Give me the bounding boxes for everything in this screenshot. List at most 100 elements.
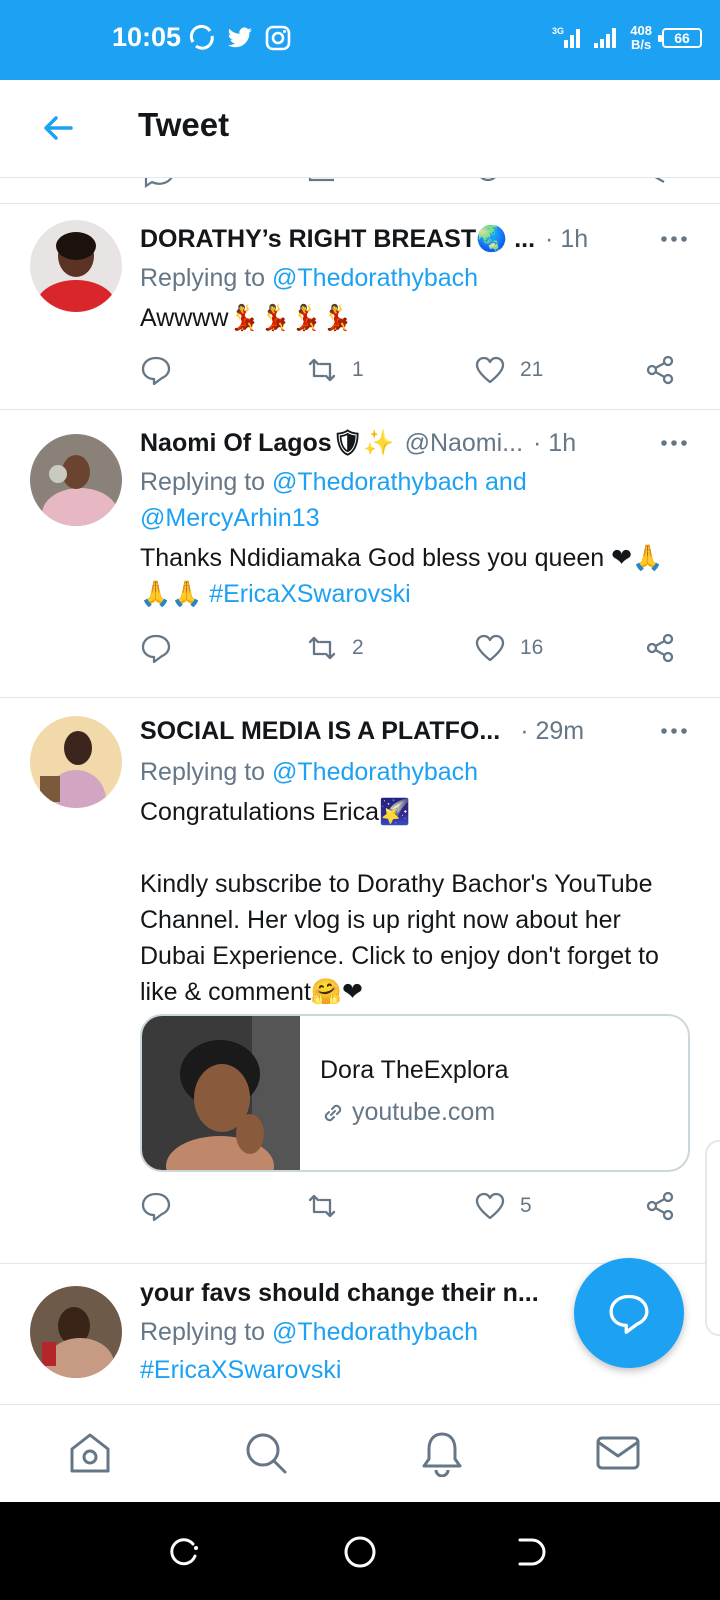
signal-icon: 3G bbox=[552, 26, 581, 48]
tweet-text: Congratulations Erica🌠 Kindly subscribe … bbox=[140, 798, 659, 1006]
link-card[interactable]: Dora TheExplora youtube.com bbox=[140, 1014, 690, 1172]
status-time: 10:05 bbox=[112, 22, 182, 52]
like-count: 5 bbox=[520, 1194, 532, 1217]
heart-icon bbox=[475, 634, 505, 662]
author-name[interactable]: your favs should change their n... bbox=[140, 1279, 539, 1308]
replying-to-link[interactable]: @Thedorathybach bbox=[272, 758, 478, 786]
replying-to: Replying to @Thedorathybach and @MercyAr… bbox=[140, 464, 580, 536]
author-name[interactable]: SOCIAL MEDIA IS A PLATFO... bbox=[140, 717, 500, 746]
like-count: 16 bbox=[520, 636, 544, 659]
reply-button[interactable] bbox=[140, 350, 186, 390]
more-options-icon[interactable] bbox=[658, 714, 690, 748]
tweet-actions: 5 bbox=[140, 1186, 690, 1226]
author-handle[interactable]: @Naomi... bbox=[405, 429, 523, 458]
tweet-header: your favs should change their n... bbox=[140, 1276, 560, 1310]
tweet-item[interactable]: DORATHY’s RIGHT BREAST🌏 ... · 1h Replyin… bbox=[0, 204, 720, 410]
tweet-actions: 1 21 bbox=[140, 350, 690, 390]
share-button[interactable] bbox=[644, 1186, 676, 1226]
reply-icon bbox=[609, 1294, 649, 1334]
avatar[interactable] bbox=[30, 220, 122, 312]
search-icon[interactable] bbox=[242, 1429, 290, 1477]
sync-icon bbox=[189, 24, 214, 50]
retweet-count: 1 bbox=[352, 358, 364, 381]
battery-level: 66 bbox=[674, 30, 690, 46]
reply-icon bbox=[141, 356, 171, 386]
bottom-navigation bbox=[0, 1404, 720, 1502]
tweet-time: · 29m bbox=[520, 716, 585, 745]
share-icon bbox=[646, 633, 674, 663]
replying-to-link[interactable]: @Thedorathybach bbox=[272, 1318, 478, 1346]
instagram-icon bbox=[265, 25, 291, 51]
back-system-icon[interactable] bbox=[512, 1532, 552, 1572]
heart-icon bbox=[475, 356, 505, 384]
recents-icon[interactable] bbox=[163, 1532, 203, 1572]
arrow-left-icon[interactable] bbox=[38, 108, 78, 148]
messages-icon[interactable] bbox=[594, 1429, 642, 1477]
home-icon[interactable] bbox=[66, 1429, 114, 1477]
tweet-actions: 2 16 bbox=[140, 628, 690, 668]
replying-prefix: Replying to bbox=[140, 468, 273, 496]
replying-prefix: Replying to bbox=[140, 264, 273, 292]
link-card-domain-text: youtube.com bbox=[352, 1098, 496, 1126]
link-card-thumbnail bbox=[142, 1016, 300, 1170]
avatar-image bbox=[30, 716, 122, 808]
replying-to: Replying to @Thedorathybach bbox=[140, 754, 690, 790]
avatar[interactable] bbox=[30, 1286, 122, 1378]
tweet-header: DORATHY’s RIGHT BREAST🌏 ... · 1h bbox=[140, 222, 690, 256]
reply-button[interactable] bbox=[140, 1186, 186, 1226]
system-navigation bbox=[0, 1502, 720, 1600]
retweet-button[interactable]: 1 bbox=[306, 350, 364, 390]
previous-tweet-action-icons bbox=[144, 178, 665, 189]
author-name[interactable]: DORATHY’s RIGHT BREAST🌏 ... bbox=[140, 225, 535, 254]
status-bar: 10:05 3G 408 B/s 66 bbox=[0, 0, 720, 80]
retweet-button[interactable] bbox=[306, 1186, 352, 1226]
top-bar: Tweet bbox=[0, 80, 720, 178]
retweet-icon bbox=[308, 1194, 336, 1218]
notifications-icon[interactable] bbox=[418, 1429, 466, 1477]
replying-to: Replying to @Thedorathybach bbox=[140, 260, 690, 296]
avatar[interactable] bbox=[30, 434, 122, 526]
more-options-icon[interactable] bbox=[658, 426, 690, 460]
previous-tweet-actions bbox=[0, 178, 720, 204]
share-button[interactable] bbox=[644, 628, 676, 668]
like-count: 21 bbox=[520, 358, 544, 381]
battery-icon: 66 bbox=[658, 28, 702, 48]
reply-fab-button[interactable] bbox=[574, 1258, 684, 1368]
like-button[interactable]: 5 bbox=[474, 1186, 532, 1226]
link-card-domain: youtube.com bbox=[320, 1098, 495, 1127]
avatar[interactable] bbox=[30, 716, 122, 808]
twitter-icon bbox=[227, 27, 252, 48]
reply-icon bbox=[141, 1192, 171, 1222]
tweet-text: Awwww💃💃💃💃 bbox=[140, 304, 353, 332]
avatar-image bbox=[30, 1286, 122, 1378]
reply-button[interactable] bbox=[140, 628, 186, 668]
heart-icon bbox=[475, 1192, 505, 1220]
tweet-time: · 1h bbox=[533, 428, 577, 457]
hashtag-link[interactable]: #EricaXSwarovski bbox=[209, 580, 410, 608]
replying-prefix: Replying to bbox=[140, 1318, 273, 1346]
link-icon bbox=[324, 1104, 342, 1121]
retweet-icon bbox=[308, 358, 336, 382]
like-button[interactable]: 21 bbox=[474, 350, 543, 390]
author-name[interactable]: Naomi Of Lagos🛡✨ bbox=[140, 429, 395, 458]
tweet-item[interactable]: SOCIAL MEDIA IS A PLATFO... · 29m Replyi… bbox=[0, 698, 720, 1264]
like-button[interactable]: 16 bbox=[474, 628, 543, 668]
retweet-count: 2 bbox=[352, 636, 364, 659]
home-system-icon[interactable] bbox=[340, 1532, 380, 1572]
replying-prefix: Replying to bbox=[140, 758, 273, 786]
tweet-header: Naomi Of Lagos🛡✨ @Naomi... · 1h bbox=[140, 426, 690, 460]
retweet-button[interactable]: 2 bbox=[306, 628, 364, 668]
tweet-text: Thanks Ndidiamaka God bless you queen ❤🙏… bbox=[140, 540, 690, 612]
hashtag-link[interactable]: #EricaXSwarovski bbox=[140, 1356, 341, 1384]
reply-icon bbox=[141, 634, 171, 664]
status-right: 3G 408 B/s 66 bbox=[552, 18, 702, 58]
svg-text:3G: 3G bbox=[552, 26, 564, 36]
tweet-item[interactable]: Naomi Of Lagos🛡✨ @Naomi... · 1h Replying… bbox=[0, 410, 720, 698]
avatar-image bbox=[30, 220, 122, 312]
replying-to-link[interactable]: @Thedorathybach bbox=[272, 264, 478, 292]
share-button[interactable] bbox=[644, 350, 676, 390]
tweet-header: SOCIAL MEDIA IS A PLATFO... · 29m bbox=[140, 714, 690, 748]
share-icon bbox=[646, 355, 674, 385]
edge-panel-handle[interactable] bbox=[705, 1140, 720, 1336]
more-options-icon[interactable] bbox=[658, 222, 690, 256]
